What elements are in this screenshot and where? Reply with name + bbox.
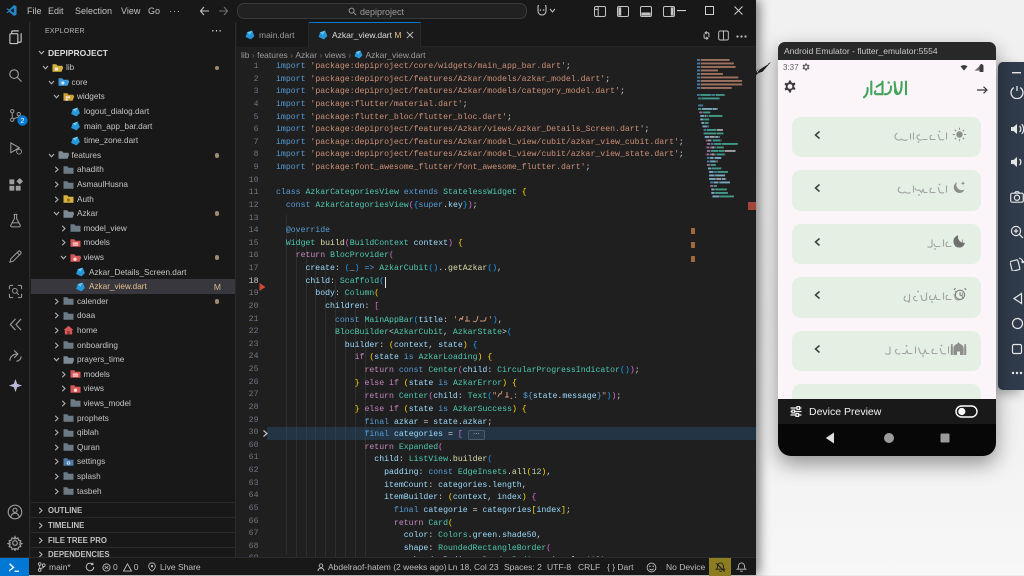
svg-text:2: 2 — [20, 116, 24, 125]
